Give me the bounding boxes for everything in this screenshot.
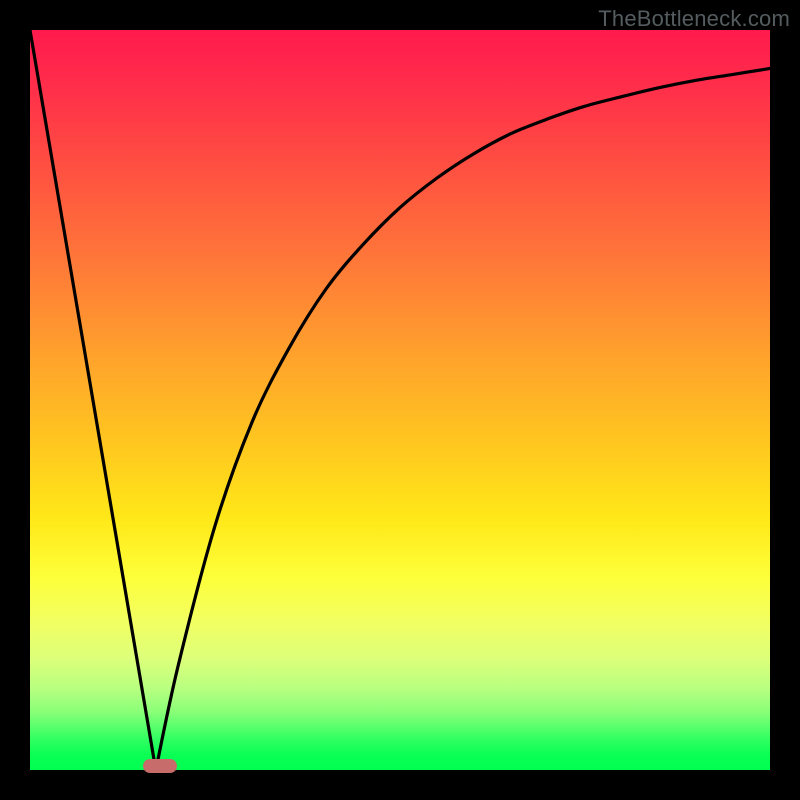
plot-area — [30, 30, 770, 770]
source-credit: TheBottleneck.com — [598, 6, 790, 32]
bottleneck-curve — [30, 30, 770, 770]
optimum-marker — [143, 759, 177, 773]
chart-canvas: TheBottleneck.com — [0, 0, 800, 800]
curve-path — [30, 30, 770, 770]
